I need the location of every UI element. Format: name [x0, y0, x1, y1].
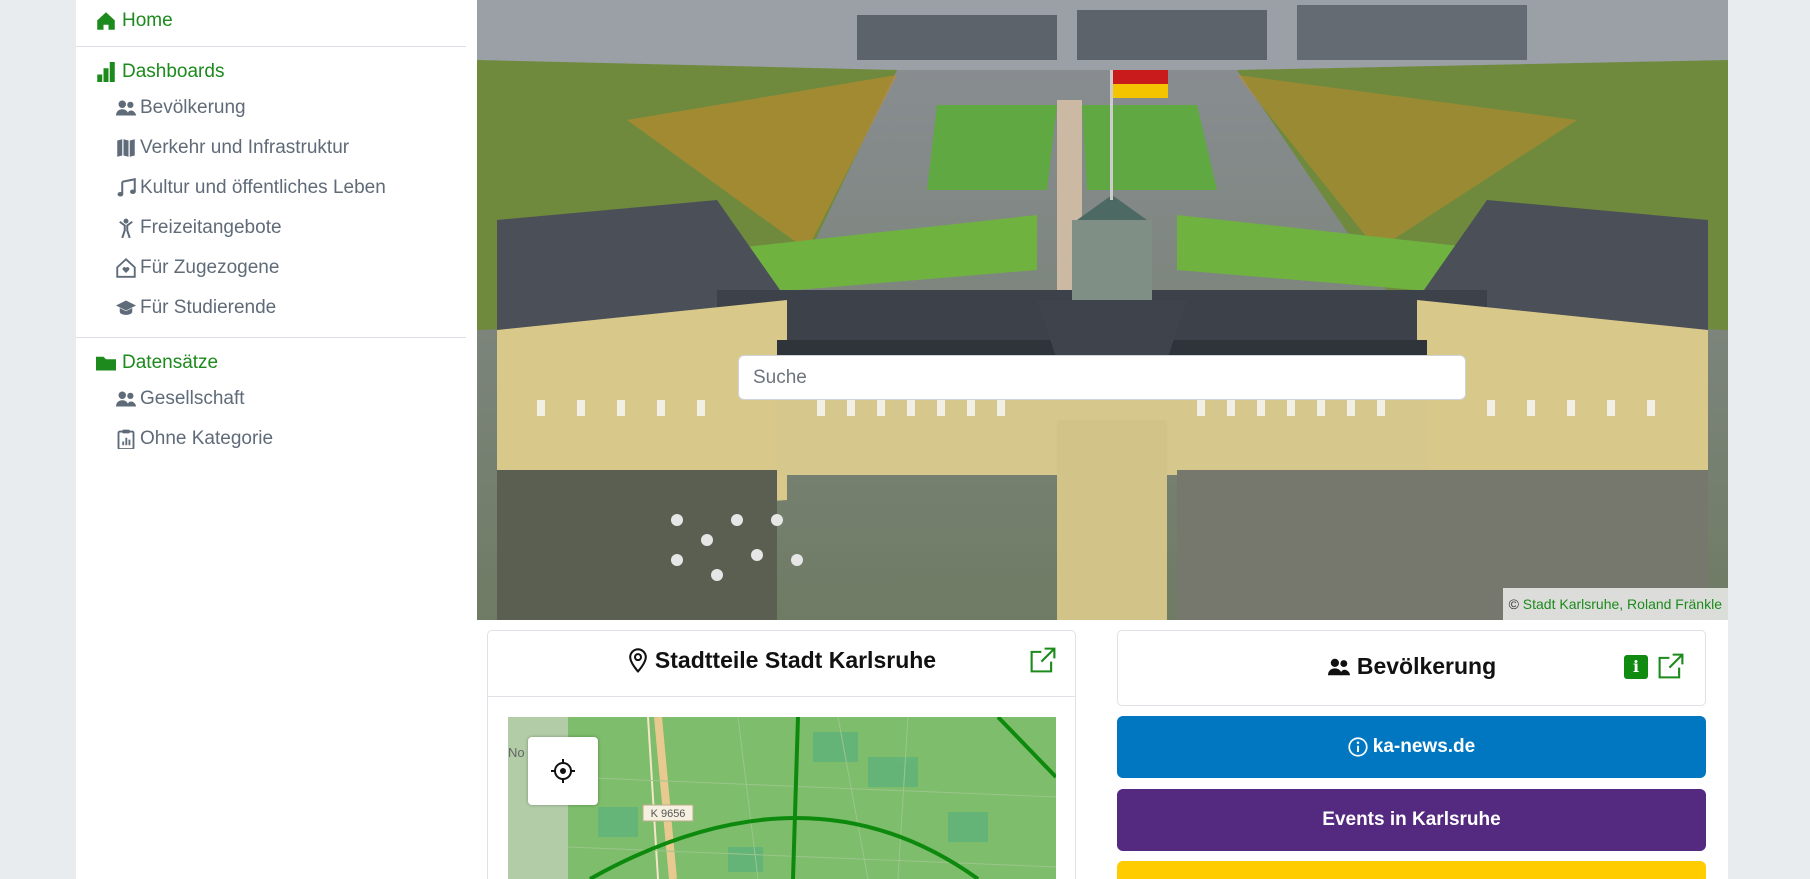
- info-circle-icon: [1348, 737, 1368, 757]
- people-icon: [116, 100, 136, 116]
- info-icon[interactable]: i: [1624, 655, 1648, 679]
- yellow-link-button[interactable]: [1117, 861, 1706, 879]
- population-card: Bevölkerung i: [1117, 630, 1706, 706]
- crosshair-icon: [551, 759, 575, 783]
- events-button[interactable]: Events in Karlsruhe: [1117, 789, 1706, 851]
- photo-credit: © Stadt Karlsruhe, Roland Fränkle: [1502, 588, 1728, 620]
- map-road-label: K 9656: [651, 808, 686, 820]
- nav-home[interactable]: Home: [96, 10, 173, 32]
- nav-dashboards-label: Dashboards: [122, 61, 225, 82]
- external-link-icon[interactable]: [1030, 647, 1056, 673]
- folder-icon: [96, 356, 116, 371]
- locate-me-button[interactable]: [528, 737, 598, 805]
- sidebar-item-studierende[interactable]: Für Studierende: [116, 297, 276, 319]
- sidebar-item-verkehr[interactable]: Verkehr und Infrastruktur: [116, 137, 349, 159]
- nav-home-label: Home: [122, 10, 173, 31]
- sidebar-item-label: Ohne Kategorie: [140, 428, 274, 449]
- nav-divider: [76, 46, 466, 47]
- photo-credit-link[interactable]: Stadt Karlsruhe, Roland Fränkle: [1523, 596, 1722, 612]
- sidebar-item-kultur[interactable]: Kultur und öffentliches Leben: [116, 177, 386, 199]
- geo-pin-icon: [629, 647, 647, 673]
- house-heart-icon: [116, 258, 136, 278]
- sidebar-item-label: Für Zugezogene: [140, 257, 280, 278]
- search-input[interactable]: [738, 355, 1466, 400]
- castle-aerial-photo: [477, 0, 1728, 620]
- house-icon: [97, 12, 115, 30]
- events-label: Events in Karlsruhe: [1322, 809, 1501, 830]
- sidebar-item-label: Bevölkerung: [140, 97, 246, 118]
- nav-divider: [76, 337, 466, 338]
- sidebar-item-label: Kultur und öffentliches Leben: [140, 177, 386, 198]
- sidebar-item-label: Gesellschaft: [140, 388, 245, 409]
- clipboard-data-icon: [117, 429, 135, 449]
- sidebar-item-label: Verkehr und Infrastruktur: [140, 137, 350, 158]
- nav-datensaetze[interactable]: Datensätze: [96, 352, 218, 374]
- mortarboard-icon: [116, 300, 136, 315]
- sidebar-item-bevoelkerung[interactable]: Bevölkerung: [116, 97, 246, 119]
- nav-dashboards[interactable]: Dashboards: [96, 61, 224, 83]
- person-icon: [119, 218, 133, 238]
- sidebar: Home Dashboards Bevölkerung Verkehr und …: [76, 0, 477, 879]
- hero-image: © Stadt Karlsruhe, Roland Fränkle: [477, 0, 1728, 620]
- music-note-icon: [117, 178, 136, 197]
- map-edge-label: No: [508, 745, 525, 760]
- population-card-title-text: Bevölkerung: [1356, 653, 1497, 679]
- district-map[interactable]: K 9656 No: [508, 717, 1056, 879]
- sidebar-item-zugezogene[interactable]: Für Zugezogene: [116, 257, 279, 279]
- ka-news-button[interactable]: ka-news.de: [1117, 716, 1706, 778]
- map-icon: [117, 139, 135, 157]
- external-link-icon[interactable]: [1658, 653, 1684, 679]
- ka-news-label: ka-news.de: [1372, 736, 1476, 757]
- card-header-divider: [488, 696, 1075, 697]
- map-card-title-text: Stadtteile Stadt Karlsruhe: [654, 647, 937, 673]
- copyright-symbol: ©: [1508, 596, 1519, 612]
- nav-datensaetze-label: Datensätze: [122, 352, 219, 373]
- people-icon: [1327, 658, 1350, 675]
- sidebar-item-label: Freizeitangebote: [140, 217, 282, 238]
- sidebar-item-label: Für Studierende: [140, 297, 277, 318]
- sidebar-item-gesellschaft[interactable]: Gesellschaft: [116, 388, 245, 410]
- sidebar-item-ohne-kategorie[interactable]: Ohne Kategorie: [116, 428, 273, 450]
- map-card-title: Stadtteile Stadt Karlsruhe: [488, 647, 1075, 674]
- bar-chart-icon: [97, 62, 115, 82]
- people-icon: [116, 391, 136, 407]
- population-card-title: Bevölkerung: [1118, 653, 1705, 680]
- sidebar-item-freizeit[interactable]: Freizeitangebote: [116, 217, 282, 239]
